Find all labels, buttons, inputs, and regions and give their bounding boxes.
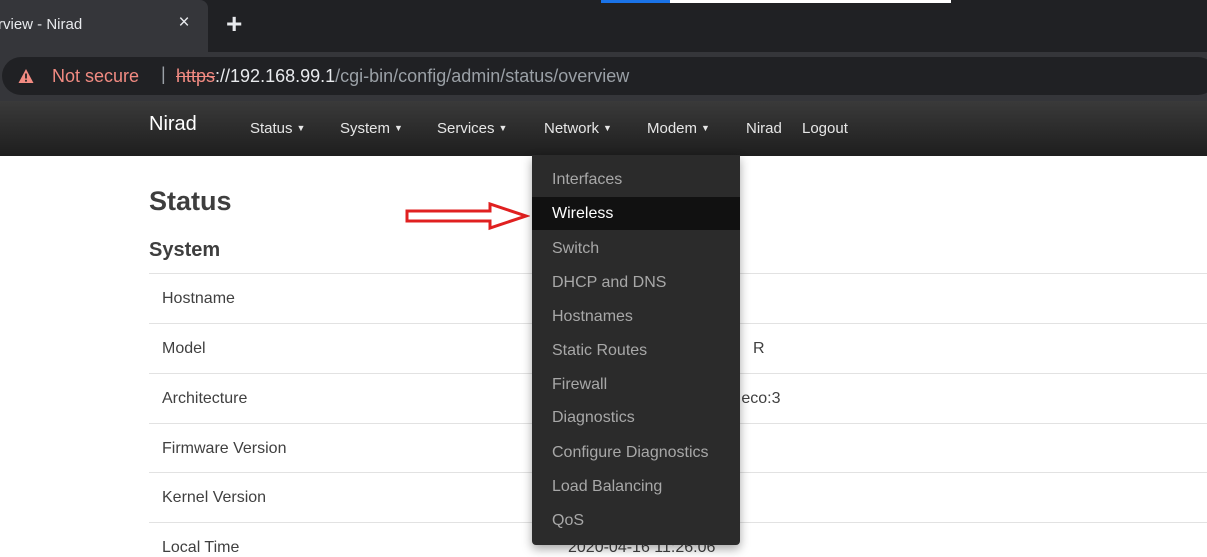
menu-item-hostnames[interactable]: Hostnames bbox=[532, 300, 740, 333]
chevron-down-icon: ▼ bbox=[701, 123, 710, 133]
menu-item-static-routes[interactable]: Static Routes bbox=[532, 334, 740, 367]
row-label: Kernel Version bbox=[162, 489, 267, 506]
security-status[interactable]: Not secure bbox=[52, 66, 139, 87]
warning-icon[interactable] bbox=[18, 68, 34, 84]
menu-item-configure-diagnostics[interactable]: Configure Diagnostics bbox=[532, 436, 740, 469]
new-tab-icon[interactable]: + bbox=[226, 10, 242, 38]
nav-nirad[interactable]: Nirad bbox=[746, 120, 782, 137]
row-label: Architecture bbox=[162, 390, 248, 407]
annotation-arrow-icon bbox=[405, 201, 530, 231]
chevron-down-icon: ▼ bbox=[296, 123, 306, 133]
nav-modem[interactable]: Modem ▼ bbox=[647, 120, 710, 137]
page-title: Status bbox=[149, 186, 232, 216]
row-label: Firmware Version bbox=[162, 440, 287, 457]
menu-item-diagnostics[interactable]: Diagnostics bbox=[532, 401, 740, 434]
nav-system-label: System bbox=[340, 120, 391, 137]
nav-status-label: Status bbox=[250, 120, 293, 137]
menu-item-load-balancing[interactable]: Load Balancing bbox=[532, 470, 740, 503]
chevron-down-icon: ▼ bbox=[394, 123, 403, 133]
tab-title: rview - Nirad bbox=[0, 16, 83, 33]
url-host: ://192.168.99.1 bbox=[215, 66, 336, 86]
nav-network-label: Network bbox=[544, 120, 600, 137]
row-label: Hostname bbox=[162, 290, 235, 307]
menu-item-dhcp-dns[interactable]: DHCP and DNS bbox=[532, 266, 740, 299]
menu-item-switch[interactable]: Switch bbox=[532, 232, 740, 265]
brand-logo-text[interactable]: Nirad bbox=[149, 113, 197, 136]
url-separator: | bbox=[161, 64, 166, 84]
menu-item-wireless[interactable]: Wireless bbox=[532, 197, 740, 230]
url-text[interactable]: https://192.168.99.1/cgi-bin/config/admi… bbox=[176, 66, 629, 87]
nav-modem-label: Modem bbox=[647, 120, 698, 137]
window-accent-strip-light bbox=[670, 0, 951, 3]
row-value: R bbox=[753, 340, 765, 357]
nav-system[interactable]: System ▼ bbox=[340, 120, 403, 137]
nav-services[interactable]: Services ▼ bbox=[437, 120, 507, 137]
url-scheme: https bbox=[176, 66, 216, 86]
nav-logout[interactable]: Logout bbox=[802, 120, 848, 137]
nav-services-label: Services bbox=[437, 120, 495, 137]
menu-item-qos[interactable]: QoS bbox=[532, 504, 740, 537]
section-title: System bbox=[149, 239, 221, 261]
row-label: Local Time bbox=[162, 539, 240, 556]
row-label: Model bbox=[162, 340, 206, 357]
close-icon[interactable]: × bbox=[174, 13, 194, 33]
menu-item-interfaces[interactable]: Interfaces bbox=[532, 163, 740, 196]
chevron-down-icon: ▼ bbox=[498, 123, 508, 133]
nav-status[interactable]: Status ▼ bbox=[250, 120, 305, 137]
browser-tab[interactable]: rview - Nirad × bbox=[0, 0, 208, 52]
chevron-down-icon: ▼ bbox=[603, 123, 612, 133]
menu-item-firewall[interactable]: Firewall bbox=[532, 368, 740, 401]
network-dropdown-menu: Interfaces Wireless Switch DHCP and DNS … bbox=[532, 155, 740, 545]
url-path: /cgi-bin/config/admin/status/overview bbox=[335, 66, 630, 86]
nav-network[interactable]: Network ▼ bbox=[544, 120, 612, 137]
window-accent-strip bbox=[601, 0, 670, 3]
